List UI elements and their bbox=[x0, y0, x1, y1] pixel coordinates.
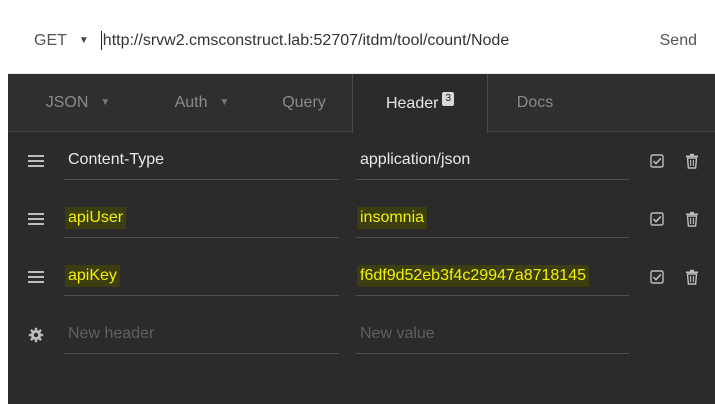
url-input[interactable]: http://srvw2.cmsconstruct.lab:52707/itdm… bbox=[99, 8, 646, 73]
checkbox-checked-icon[interactable] bbox=[650, 154, 664, 168]
header-row: apiKey f6df9d52eb3f4c29947a8718145 bbox=[8, 248, 715, 306]
caret-down-icon: ▼ bbox=[219, 97, 230, 108]
trash-icon[interactable] bbox=[685, 211, 699, 227]
header-value-input[interactable]: application/json bbox=[356, 140, 629, 180]
tab-json[interactable]: JSON ▼ bbox=[8, 74, 148, 131]
text-cursor bbox=[100, 31, 102, 50]
request-pane: GET ▼ http://srvw2.cmsconstruct.lab:5270… bbox=[8, 8, 715, 404]
header-name-input[interactable]: apiKey bbox=[64, 256, 339, 296]
header-name-input[interactable]: Content-Type bbox=[64, 140, 339, 180]
header-row: Content-Type application/json bbox=[8, 132, 715, 190]
tab-auth[interactable]: Auth ▼ bbox=[148, 74, 256, 131]
caret-down-icon: ▼ bbox=[100, 97, 111, 108]
caret-down-icon: ▼ bbox=[78, 35, 89, 46]
tab-label: Docs bbox=[516, 93, 554, 111]
drag-handle-icon[interactable] bbox=[28, 155, 44, 167]
header-name-text: Content-Type bbox=[68, 150, 165, 168]
url-text: http://srvw2.cmsconstruct.lab:52707/itdm… bbox=[102, 31, 510, 49]
drag-handle-icon[interactable] bbox=[28, 271, 44, 283]
method-label: GET bbox=[34, 31, 67, 49]
header-value-input[interactable]: insomnia bbox=[356, 198, 629, 238]
new-header-value-input[interactable]: New value bbox=[356, 314, 629, 354]
trash-icon[interactable] bbox=[685, 269, 699, 285]
checkbox-checked-icon[interactable] bbox=[650, 270, 664, 284]
tab-query[interactable]: Query bbox=[256, 74, 352, 131]
header-value-text: f6df9d52eb3f4c29947a8718145 bbox=[357, 264, 589, 287]
tab-docs[interactable]: Docs bbox=[488, 74, 582, 131]
header-count-badge: 3 bbox=[442, 91, 455, 106]
checkbox-checked-icon[interactable] bbox=[650, 212, 664, 226]
url-bar: GET ▼ http://srvw2.cmsconstruct.lab:5270… bbox=[8, 8, 715, 74]
tab-label: Auth bbox=[174, 93, 208, 111]
gear-icon bbox=[28, 327, 44, 343]
request-tabs: JSON ▼ Auth ▼ Query Header 3 Docs bbox=[8, 74, 715, 133]
header-name-input[interactable]: apiUser bbox=[64, 198, 339, 238]
new-header-placeholder: New header bbox=[68, 324, 155, 342]
tab-header[interactable]: Header 3 bbox=[352, 74, 488, 133]
header-name-text: apiKey bbox=[65, 264, 120, 287]
header-value-text: insomnia bbox=[357, 206, 428, 229]
header-value-text: application/json bbox=[360, 150, 471, 168]
drag-handle-icon[interactable] bbox=[28, 213, 44, 225]
new-value-placeholder: New value bbox=[360, 324, 435, 342]
header-value-input[interactable]: f6df9d52eb3f4c29947a8718145 bbox=[356, 256, 629, 296]
tab-label: Query bbox=[282, 93, 326, 111]
send-button[interactable]: Send bbox=[646, 8, 715, 73]
new-header-row: New header New value bbox=[8, 306, 715, 364]
trash-icon[interactable] bbox=[685, 153, 699, 169]
method-dropdown[interactable]: GET ▼ bbox=[8, 8, 99, 73]
tab-label: Header bbox=[385, 94, 439, 112]
tab-label: JSON bbox=[45, 93, 89, 111]
new-header-name-input[interactable]: New header bbox=[64, 314, 339, 354]
header-name-text: apiUser bbox=[65, 206, 127, 229]
header-row: apiUser insomnia bbox=[8, 190, 715, 248]
